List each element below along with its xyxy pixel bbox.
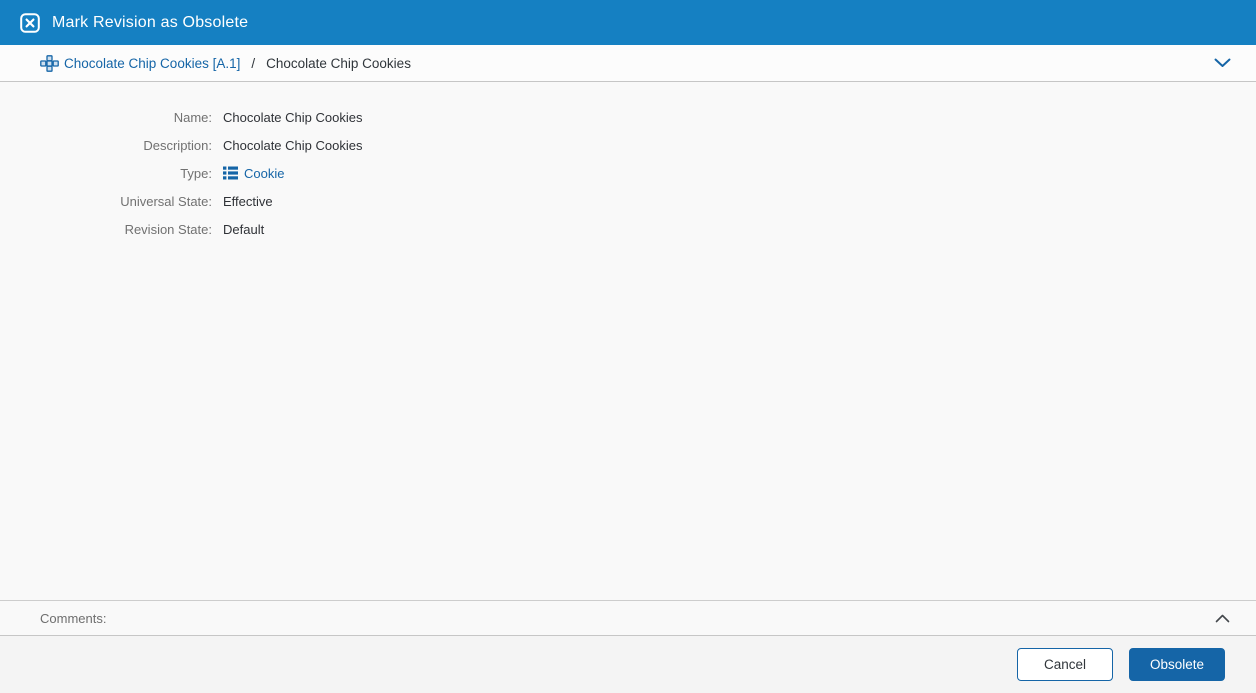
form-row-revision-state: Revision State: Default — [0, 215, 1256, 243]
chevron-down-icon — [1214, 58, 1231, 68]
field-value: Chocolate Chip Cookies — [223, 109, 363, 125]
dialog-footer: Cancel Obsolete — [0, 636, 1256, 693]
field-value: Cookie — [223, 166, 284, 181]
obsolete-x-icon — [20, 12, 40, 33]
field-value: Effective — [223, 193, 273, 209]
breadcrumb-link[interactable]: Chocolate Chip Cookies [A.1] — [64, 56, 240, 71]
breadcrumb-item: Chocolate Chip Cookies [A.1] / Chocolate… — [40, 54, 411, 72]
part-icon — [40, 54, 59, 72]
field-label: Type: — [180, 165, 212, 181]
comments-label: Comments: — [40, 610, 107, 626]
field-label: Revision State: — [124, 221, 212, 237]
form-row-description: Description: Chocolate Chip Cookies — [0, 131, 1256, 159]
breadcrumb-current: Chocolate Chip Cookies — [266, 55, 411, 71]
breadcrumb: Chocolate Chip Cookies [A.1] / Chocolate… — [0, 45, 1256, 82]
field-value: Chocolate Chip Cookies — [223, 137, 363, 153]
dialog-title: Mark Revision as Obsolete — [52, 13, 249, 31]
collapse-comments-button[interactable] — [1210, 606, 1234, 630]
form-row-name: Name: Chocolate Chip Cookies — [0, 103, 1256, 131]
form-row-universal-state: Universal State: Effective — [0, 187, 1256, 215]
form-panel: Name: Chocolate Chip Cookies Description… — [0, 82, 1256, 600]
field-value: Default — [223, 221, 265, 237]
collapse-form-button[interactable] — [1210, 51, 1234, 75]
obsolete-button[interactable]: Obsolete — [1129, 648, 1225, 681]
comments-section: Comments: — [0, 600, 1256, 636]
cancel-button[interactable]: Cancel — [1017, 648, 1113, 681]
chevron-up-icon — [1215, 614, 1230, 623]
list-icon — [223, 166, 238, 180]
field-label: Name: — [173, 109, 212, 125]
field-label: Description: — [143, 137, 212, 153]
field-label: Universal State: — [120, 193, 212, 209]
dialog-header: Mark Revision as Obsolete — [0, 0, 1256, 45]
type-link[interactable]: Cookie — [244, 166, 284, 181]
breadcrumb-separator: / — [251, 55, 256, 71]
form-row-type: Type: Cookie — [0, 159, 1256, 187]
